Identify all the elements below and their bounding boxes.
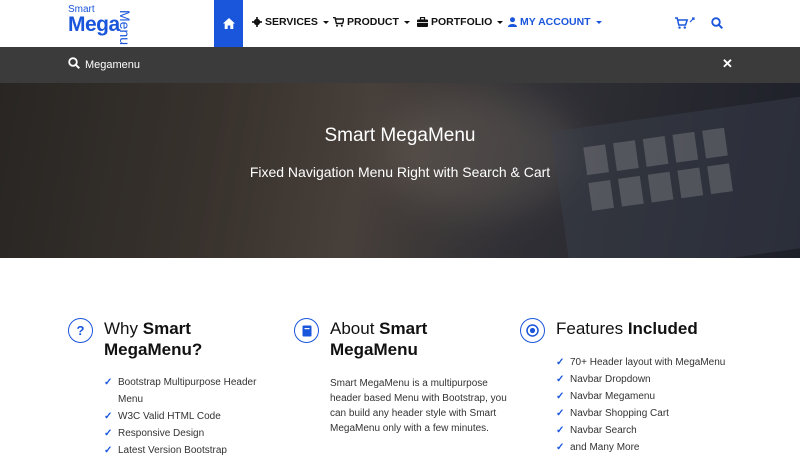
why-title-bold: Smart [142, 319, 191, 338]
chevron-down-icon [322, 20, 329, 24]
hero-subtitle: Fixed Navigation Menu Right with Search … [249, 164, 551, 180]
nav-my-account[interactable]: MY ACCOUNT [508, 16, 602, 28]
features-title-plain: Features [556, 319, 628, 338]
nav-services[interactable]: SERVICES [252, 16, 329, 28]
list-item: Navbar Shopping Cart [556, 405, 750, 422]
hero-banner: Smart MegaMenu Fixed Navigation Menu Rig… [0, 83, 800, 258]
about-title-line2: MegaMenu [330, 340, 418, 359]
nav-portfolio[interactable]: PORTFOLIO [417, 16, 504, 28]
nav-my-account-label: MY ACCOUNT [520, 16, 591, 28]
why-title: Why Smart MegaMenu? [104, 318, 304, 360]
brand-logo[interactable]: Smart Mega Menu [68, 4, 133, 46]
gear-icon [252, 17, 262, 27]
list-item: Navbar Megamenu [556, 388, 750, 405]
features-title-bold: Included [627, 319, 698, 338]
nav-services-label: SERVICES [265, 16, 318, 28]
list-item: Navbar Dropdown [556, 371, 750, 388]
search-toggle-button[interactable] [711, 16, 724, 34]
list-item: and Many More [556, 439, 750, 456]
about-title: About Smart MegaMenu [330, 318, 530, 360]
search-bar: ✕ [0, 47, 800, 83]
list-item: 70+ Header layout with MegaMenu [556, 354, 750, 371]
nav-portfolio-label: PORTFOLIO [431, 16, 493, 28]
list-item: Navbar Search [556, 422, 750, 439]
search-input[interactable] [85, 56, 685, 74]
list-item: W3C Valid HTML Code [104, 408, 279, 425]
logo-mega: Mega [68, 13, 120, 36]
about-title-bold: Smart [379, 319, 428, 338]
book-icon [294, 318, 319, 343]
question-icon: ? [68, 318, 93, 343]
features-list: 70+ Header layout with MegaMenu Navbar D… [556, 354, 750, 456]
chevron-down-icon [403, 20, 410, 24]
list-item: Responsive Design [104, 425, 279, 442]
nav-product-label: PRODUCT [347, 16, 399, 28]
target-icon [520, 318, 545, 343]
home-button[interactable] [214, 0, 243, 47]
cart-button[interactable] [675, 16, 697, 34]
hero-title: Smart MegaMenu [324, 125, 476, 146]
logo-menu: Menu [117, 10, 133, 46]
cart-icon [333, 17, 344, 27]
user-icon [508, 17, 517, 27]
search-icon [68, 57, 80, 69]
about-text: Smart MegaMenu is a multipurpose header … [330, 378, 507, 434]
features-title: Features Included [556, 318, 756, 339]
briefcase-icon [417, 17, 428, 27]
home-icon [222, 18, 235, 29]
close-icon[interactable]: ✕ [722, 56, 733, 72]
chevron-down-icon [595, 20, 602, 24]
list-item: Bootstrap Multipurpose Header Menu [104, 374, 279, 408]
why-title-plain: Why [104, 319, 143, 338]
top-navbar: Smart Mega Menu SERVICES PRODUCT PORTFOL… [0, 0, 800, 47]
why-title-line2: MegaMenu? [104, 340, 203, 359]
about-title-plain: About [330, 319, 380, 338]
cart-icon [675, 17, 695, 29]
search-icon [711, 17, 724, 30]
chevron-down-icon [497, 20, 504, 24]
nav-product[interactable]: PRODUCT [333, 16, 410, 28]
why-list: Bootstrap Multipurpose Header Menu W3C V… [104, 374, 279, 459]
list-item: Latest Version Bootstrap [104, 442, 279, 459]
